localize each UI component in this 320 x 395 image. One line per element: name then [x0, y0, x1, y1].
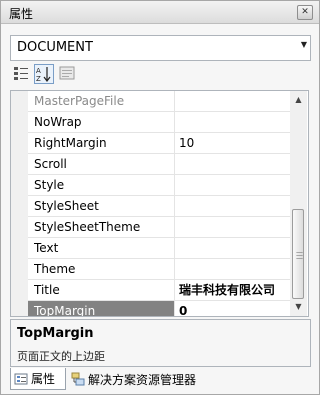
property-name: Title — [34, 283, 60, 297]
property-value[interactable] — [174, 154, 290, 174]
property-row[interactable]: Theme — [28, 259, 290, 280]
property-row[interactable]: Scroll — [28, 154, 290, 175]
property-value[interactable] — [174, 91, 290, 111]
property-name: NoWrap — [34, 115, 82, 129]
property-row[interactable]: Title 瑞丰科技有限公司 — [28, 280, 290, 301]
property-value[interactable]: 瑞丰科技有限公司 — [174, 280, 290, 300]
title-bar: 属性 ✕ — [1, 1, 319, 24]
property-value[interactable]: 10 — [174, 133, 290, 153]
property-value[interactable]: 0 — [174, 301, 290, 316]
window-title: 属性 — [9, 7, 34, 21]
property-row-selected[interactable]: TopMargin 0 — [28, 301, 290, 316]
close-button[interactable]: ✕ — [297, 5, 313, 20]
property-row[interactable]: Style — [28, 175, 290, 196]
categorized-button[interactable] — [12, 64, 32, 84]
description-pane: TopMargin 页面正文的上边距 — [10, 319, 311, 367]
svg-text:A: A — [36, 67, 41, 75]
property-name: Scroll — [34, 157, 67, 171]
alphabetical-button[interactable]: A Z — [34, 64, 54, 84]
property-name: Text — [34, 241, 59, 255]
property-row[interactable]: StyleSheetTheme — [28, 217, 290, 238]
description-title: TopMargin — [17, 326, 94, 341]
property-value[interactable] — [174, 259, 290, 279]
property-row[interactable]: NoWrap — [28, 112, 290, 133]
property-name: TopMargin — [28, 301, 174, 316]
property-row[interactable]: Text — [28, 238, 290, 259]
property-value[interactable] — [174, 217, 290, 237]
property-name: RightMargin — [34, 136, 107, 150]
sort-alpha-icon: A Z — [36, 67, 51, 83]
categorized-icon — [14, 67, 28, 80]
tab-solution-explorer[interactable]: 解决方案资源管理器 — [68, 368, 196, 390]
property-value[interactable] — [174, 196, 290, 216]
property-pages-icon — [59, 66, 75, 80]
properties-window: 属性 ✕ DOCUMENT ▼ A Z MasterPageFile NoWra… — [0, 0, 320, 395]
property-value[interactable] — [174, 112, 290, 132]
property-grid: MasterPageFile NoWrap RightMargin 10 Scr… — [10, 90, 309, 317]
vertical-scrollbar[interactable]: ▲ — — — ▼ — [290, 91, 307, 316]
bottom-tabs: 属性 解决方案资源管理器 — [10, 368, 309, 392]
solution-explorer-icon — [71, 372, 85, 386]
tab-label: 解决方案资源管理器 — [88, 372, 197, 387]
tab-label: 属性 — [31, 372, 56, 386]
properties-toolbar: A Z — [10, 63, 309, 85]
property-row[interactable]: MasterPageFile — [28, 91, 290, 112]
property-name: Theme — [34, 262, 76, 276]
grip-icon: — — — — [296, 248, 303, 262]
property-value[interactable] — [174, 175, 290, 195]
object-selector-dropdown[interactable]: DOCUMENT ▼ — [10, 35, 311, 61]
scroll-up-arrow-icon[interactable]: ▲ — [292, 95, 305, 104]
svg-text:Z: Z — [36, 75, 41, 83]
property-name: StyleSheet — [34, 199, 99, 213]
scroll-down-arrow-icon[interactable]: ▼ — [292, 302, 305, 311]
property-value[interactable] — [174, 238, 290, 258]
tab-properties[interactable]: 属性 — [10, 368, 66, 390]
chevron-down-icon: ▼ — [300, 40, 307, 49]
properties-icon — [14, 373, 28, 384]
scrollbar-thumb[interactable]: — — — — [292, 209, 304, 299]
grid-gutter — [11, 91, 28, 316]
property-row[interactable]: RightMargin 10 — [28, 133, 290, 154]
description-text: 页面正文的上边距 — [17, 350, 105, 363]
object-selector-value: DOCUMENT — [17, 40, 93, 55]
property-name: MasterPageFile — [34, 94, 125, 108]
close-icon: ✕ — [301, 7, 309, 17]
property-name: Style — [34, 178, 65, 192]
property-row[interactable]: StyleSheet — [28, 196, 290, 217]
property-pages-button[interactable] — [58, 64, 78, 84]
property-name: StyleSheetTheme — [34, 220, 141, 234]
